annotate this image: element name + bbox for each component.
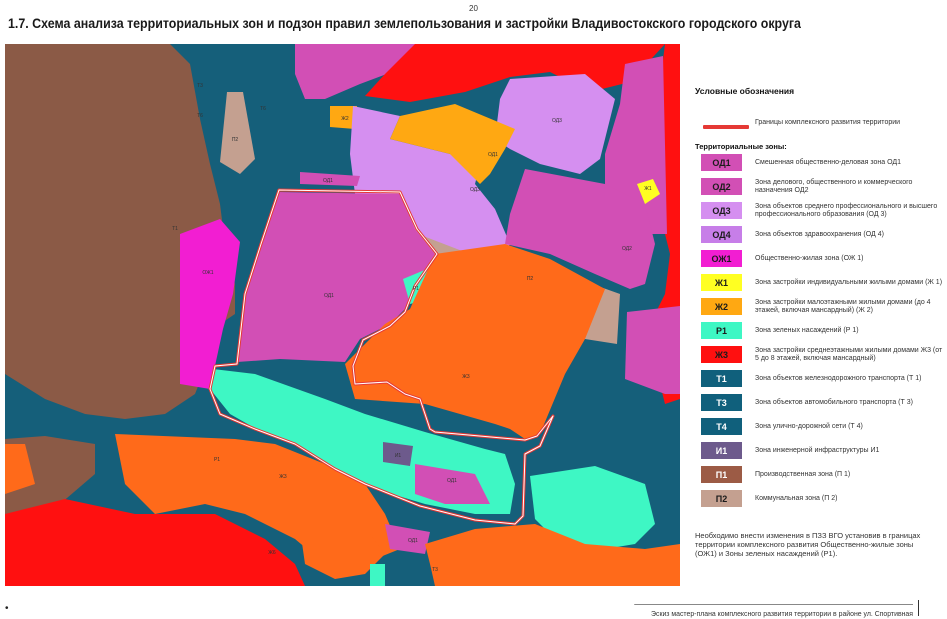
- map-label-p2b: П2: [527, 276, 534, 282]
- zoning-map-svg: Т3 Т6 Т6 П2 ОД3 Ж2 ОД1 ОД3 ОД1 Ж1 ОД2 ОЖ…: [5, 44, 680, 586]
- legend-swatch: Ж1: [701, 274, 742, 291]
- legend-swatch: Ж3: [701, 346, 742, 363]
- legend-swatch: Т4: [701, 418, 742, 435]
- legend-label: Зона объектов автомобильного транспорта …: [755, 399, 913, 406]
- map-label-od1e: ОД1: [408, 538, 418, 544]
- map-label-od2a: ОД2: [622, 246, 632, 252]
- legend-swatch: Т3: [701, 394, 742, 411]
- legend-swatch: ОЖ1: [701, 250, 742, 267]
- map-label-zh2a: Ж2: [341, 116, 349, 122]
- legend-swatch: П2: [701, 490, 742, 507]
- map-label-od1a: ОД1: [488, 152, 498, 158]
- legend-item: П2 Коммунальная зона (П 2): [695, 488, 945, 510]
- legend-item: Т3 Зона объектов автомобильного транспорт…: [695, 392, 945, 414]
- legend-label: Коммунальная зона (П 2): [755, 495, 838, 502]
- legend-label: Зона объектов здравоохранения (ОД 4): [755, 231, 884, 238]
- legend-label: Зона объектов железнодорожного транспорт…: [755, 375, 922, 382]
- legend-title: Условные обозначения: [695, 86, 795, 96]
- legend-item: Т4 Зона улично-дорожной сети (Т 4): [695, 416, 945, 438]
- map-label-t6b: Т6: [260, 106, 266, 112]
- legend-item: Ж1 Зона застройки индивидуальными жилыми …: [695, 272, 945, 294]
- legend-item: П1 Производственная зона (П 1): [695, 464, 945, 486]
- map-label-zh6: Ж6: [268, 550, 276, 556]
- map-label-od1c: ОД1: [324, 293, 334, 299]
- map-label-t1a: Т1: [172, 226, 178, 232]
- legend-item: ОД4 Зона объектов здравоохранения (ОД 4): [695, 224, 945, 246]
- legend-label: Зона застройки среднеэтажными жилыми дом…: [755, 347, 943, 362]
- map-label-t3a: Т3: [197, 83, 203, 89]
- legend-swatch: ОД4: [701, 226, 742, 243]
- map-label-t6a: Т6: [197, 113, 203, 119]
- legend-swatch: П1: [701, 466, 742, 483]
- map-label-od1b: ОД1: [323, 178, 333, 184]
- legend-item: Ж3 Зона застройки среднеэтажными жилыми д…: [695, 344, 945, 366]
- page-footer: Эскиз мастер-плана комплексного развития…: [634, 604, 913, 618]
- map-label-od3a: ОД3: [552, 118, 562, 124]
- map-label-ozh1a: ОЖ1: [202, 270, 213, 276]
- map-label-p2a: П2: [232, 137, 239, 143]
- map-label-i1a: И1: [395, 453, 402, 459]
- legend-swatch: Ж2: [701, 298, 742, 315]
- map-label-od3b: ОД3: [470, 187, 480, 193]
- legend-swatch: ОД3: [701, 202, 742, 219]
- footer-divider: [918, 600, 919, 616]
- legend-item: ОЖ1 Общественно-жилая зона (ОЖ 1): [695, 248, 945, 270]
- legend-label: Смешенная общественно-деловая зона ОД1: [755, 159, 902, 166]
- legend-boundary-label: Границы комплексного развития территории: [755, 119, 901, 126]
- legend-item: Ж2 Зона застройки малоэтажными жилыми дом…: [695, 296, 945, 318]
- map-label-zh3b: Ж3: [279, 474, 287, 480]
- legend-label: Зона делового, общественного и коммерчес…: [755, 179, 913, 194]
- zone-r1-bottom: [370, 564, 385, 586]
- legend-label: Зона улично-дорожной сети (Т 4): [755, 423, 863, 430]
- legend-label: Зона застройки малоэтажными жилыми домам…: [755, 299, 931, 314]
- page-number: 20: [469, 4, 478, 13]
- map-label-od1d: ОД1: [447, 478, 457, 484]
- legend-swatch: Т1: [701, 370, 742, 387]
- legend-label: Зона застройки индивидуальными жилыми до…: [755, 279, 943, 286]
- legend-item: И1 Зона инженерной инфраструктуры И1: [695, 440, 945, 462]
- legend-item: ОД3 Зона объектов среднего профессиональн…: [695, 200, 945, 222]
- legend-swatch: Р1: [701, 322, 742, 339]
- legend-label: Производственная зона (П 1): [755, 471, 851, 478]
- legend-swatch: ОД2: [701, 178, 742, 195]
- map-label-r1b: Р1: [214, 457, 220, 463]
- legend-label: Зона инженерной инфраструктуры И1: [755, 447, 880, 454]
- zone-od1-right-lower: [625, 306, 680, 394]
- legend-label: Общественно-жилая зона (ОЖ 1): [755, 255, 864, 262]
- map-label-r1a: Р1: [413, 286, 419, 292]
- legend-item: Т1 Зона объектов железнодорожного транспо…: [695, 368, 945, 390]
- bullet-mark: •: [5, 603, 9, 614]
- legend-item: ОД2 Зона делового, общественного и коммер…: [695, 176, 945, 198]
- boundary-line-swatch: [703, 125, 749, 129]
- map-label-zh1a: Ж1: [644, 186, 652, 192]
- page-title: 1.7. Схема анализа территориальных зон и…: [8, 16, 801, 31]
- legend-zones-title: Территориальные зоны:: [695, 142, 787, 151]
- legend-swatch: ОД1: [701, 154, 742, 171]
- zoning-map[interactable]: Т3 Т6 Т6 П2 ОД3 Ж2 ОД1 ОД3 ОД1 Ж1 ОД2 ОЖ…: [5, 44, 680, 586]
- legend-swatch: И1: [701, 442, 742, 459]
- legend-item: ОД1 Смешенная общественно-деловая зона ОД…: [695, 152, 945, 174]
- map-label-zh3a: Ж3: [462, 374, 470, 380]
- legend-label: Зона объектов среднего профессионального…: [755, 203, 938, 218]
- legend-label: Зона зеленых насаждений (Р 1): [755, 327, 859, 334]
- note-text: Необходимо внести изменения в ПЗЗ ВГО ус…: [695, 531, 921, 558]
- legend-boundary-row: Границы комплексного развития территории: [695, 117, 945, 141]
- legend-item: Р1 Зона зеленых насаждений (Р 1): [695, 320, 945, 342]
- map-label-t3b: Т3: [432, 567, 438, 573]
